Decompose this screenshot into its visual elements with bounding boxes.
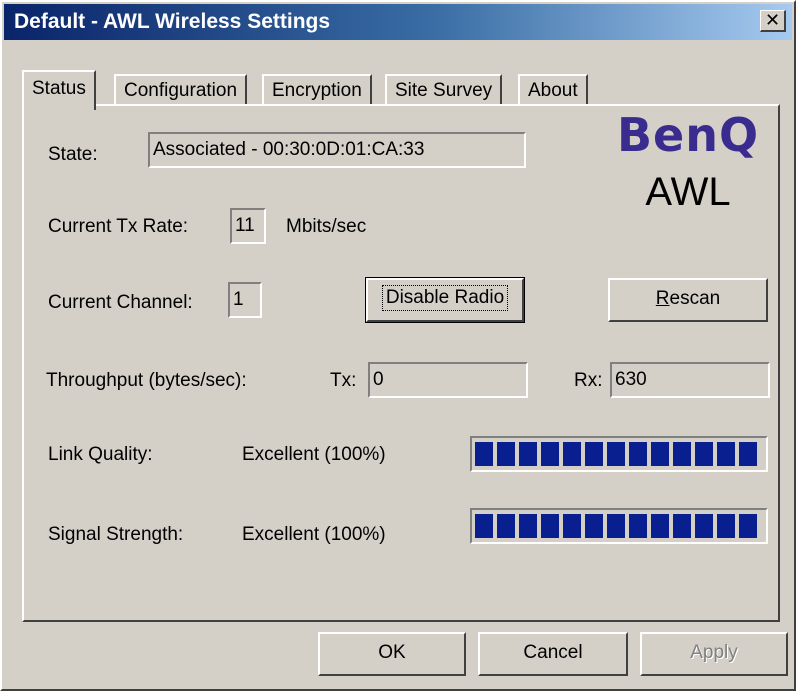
channel-value: 1: [233, 289, 244, 310]
tx-rate-unit: Mbits/sec: [286, 216, 367, 237]
benq-awl-logo: BenQ AWL: [596, 106, 782, 236]
rescan-button[interactable]: Rescan: [608, 278, 768, 322]
bar-segment: [651, 442, 669, 466]
bar-segment: [475, 514, 493, 538]
bar-segment: [497, 442, 515, 466]
state-label: State:: [48, 144, 98, 165]
bar-segment: [563, 514, 581, 538]
ok-label: OK: [378, 642, 406, 663]
tab-label: Site Survey: [395, 80, 493, 101]
bar-segment: [519, 442, 537, 466]
product-logo-text: AWL: [645, 170, 731, 214]
bar-segment: [607, 442, 625, 466]
tab-about[interactable]: About: [518, 74, 588, 107]
tx-value: 0: [373, 369, 384, 390]
close-icon: ✕: [764, 10, 781, 30]
bar-segment: [695, 442, 713, 466]
cancel-button[interactable]: Cancel: [478, 632, 628, 676]
rescan-accesskey: R: [655, 288, 670, 309]
link-quality-bar: [470, 436, 768, 472]
title-bar[interactable]: Default - AWL Wireless Settings ✕: [4, 4, 792, 40]
cancel-label: Cancel: [523, 642, 583, 663]
tx-label: Tx:: [330, 370, 357, 391]
bar-segment: [717, 442, 735, 466]
channel-label: Current Channel:: [48, 292, 193, 313]
bar-segment: [607, 514, 625, 538]
signal-strength-bar: [470, 508, 768, 544]
bar-segment: [651, 514, 669, 538]
rescan-label-rest: escan: [669, 288, 721, 309]
close-button[interactable]: ✕: [760, 10, 786, 32]
channel-field: 1: [228, 282, 262, 318]
window-title: Default - AWL Wireless Settings: [14, 10, 331, 33]
apply-label: Apply: [690, 642, 738, 663]
tx-rate-field: 11: [230, 208, 266, 244]
signal-strength-value: Excellent (100%): [242, 524, 386, 545]
disable-radio-button[interactable]: Disable Radio: [365, 277, 525, 323]
state-value: Associated - 00:30:0D:01:CA:33: [153, 139, 425, 160]
bar-segment: [585, 442, 603, 466]
bar-segment: [717, 514, 735, 538]
bar-segment: [695, 514, 713, 538]
tab-label: Configuration: [124, 80, 238, 101]
apply-button[interactable]: Apply: [640, 632, 788, 676]
rx-field: 630: [610, 362, 770, 398]
bar-segment: [585, 514, 603, 538]
rx-label: Rx:: [574, 370, 603, 391]
bar-segment: [497, 514, 515, 538]
rescan-label: Rescan: [656, 288, 720, 310]
bar-segment: [673, 442, 691, 466]
tab-label: Status: [32, 78, 86, 99]
tx-rate-value: 11: [235, 215, 255, 236]
signal-strength-label: Signal Strength:: [48, 524, 184, 545]
link-quality-value: Excellent (100%): [242, 444, 386, 465]
tab-encryption[interactable]: Encryption: [262, 74, 372, 107]
disable-radio-label: Disable Radio: [381, 285, 509, 311]
status-panel: BenQ AWL State: Associated - 00:30:0D:01…: [22, 104, 780, 622]
bar-segment: [541, 442, 559, 466]
bar-segment: [739, 442, 757, 466]
bar-segment: [629, 442, 647, 466]
bar-segment: [673, 514, 691, 538]
tab-configuration[interactable]: Configuration: [114, 74, 248, 107]
bar-segment: [629, 514, 647, 538]
tx-field: 0: [368, 362, 528, 398]
settings-window: Default - AWL Wireless Settings ✕ Status…: [0, 0, 796, 691]
tab-label: Encryption: [272, 80, 362, 101]
bar-segment: [519, 514, 537, 538]
bar-segment: [541, 514, 559, 538]
state-field: Associated - 00:30:0D:01:CA:33: [148, 132, 526, 168]
brand-logo-text: BenQ: [616, 108, 760, 162]
bar-segment: [563, 442, 581, 466]
bar-segment: [475, 442, 493, 466]
throughput-label: Throughput (bytes/sec):: [46, 370, 247, 391]
tx-rate-label: Current Tx Rate:: [48, 216, 189, 237]
tab-site-survey[interactable]: Site Survey: [385, 74, 503, 107]
tab-status[interactable]: Status: [22, 70, 96, 110]
bar-segment: [739, 514, 757, 538]
tab-label: About: [528, 80, 578, 101]
ok-button[interactable]: OK: [318, 632, 466, 676]
rx-value: 630: [615, 369, 647, 390]
link-quality-label: Link Quality:: [48, 444, 153, 465]
